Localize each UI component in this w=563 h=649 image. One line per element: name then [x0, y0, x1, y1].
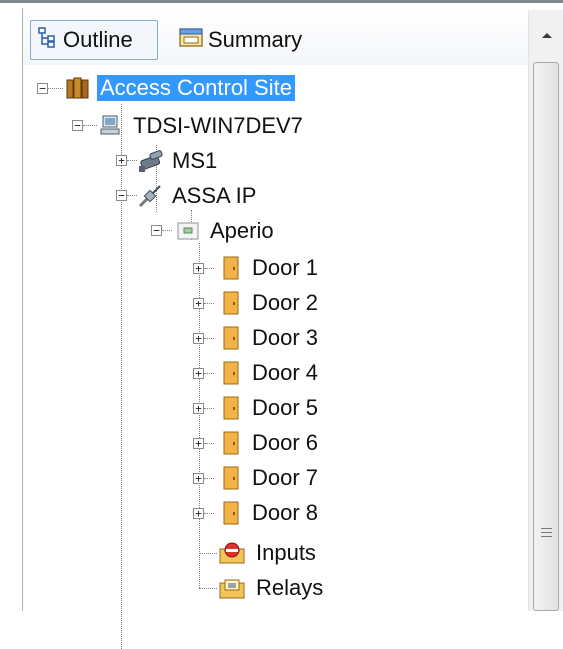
expander-door[interactable]: + [193, 403, 204, 414]
door-icon [217, 325, 243, 351]
tree-node-door-label: Door 2 [252, 290, 319, 315]
network-icon [137, 148, 163, 174]
expander-aperio[interactable]: − [151, 225, 162, 236]
tree-node-ms1[interactable]: MS1 [137, 144, 220, 178]
expander-door[interactable]: + [193, 473, 204, 484]
tree-node-root[interactable]: Access Control Site [65, 71, 295, 105]
books-icon [65, 75, 91, 101]
expander-door[interactable]: + [193, 508, 204, 519]
tree-node-door[interactable]: Door 3 [217, 321, 321, 355]
expander-assa[interactable]: − [116, 190, 127, 201]
expander-root[interactable]: − [37, 83, 48, 94]
vertical-scrollbar[interactable] [528, 10, 563, 611]
cable-icon [137, 183, 163, 209]
chevron-up-icon [541, 33, 552, 38]
tab-outline-label: Outline [63, 27, 133, 52]
tree-connector [204, 478, 214, 479]
tree-connector [204, 408, 214, 409]
tree-node-root-label: Access Control Site [97, 75, 295, 101]
tree-node-assa-label: ASSA IP [172, 183, 257, 208]
tree-node-pc[interactable]: TDSI-WIN7DEV7 [98, 109, 306, 143]
tree-connector [204, 443, 214, 444]
tree-node-door-label: Door 4 [252, 360, 319, 385]
tree-connector [121, 104, 122, 649]
tree-node-assa[interactable]: ASSA IP [137, 179, 259, 213]
door-icon [217, 395, 243, 421]
tree-node-door-label: Door 1 [252, 255, 319, 280]
inputs-folder-icon [217, 540, 247, 566]
tree-node-door[interactable]: Door 4 [217, 356, 321, 390]
tree-node-door-label: Door 3 [252, 325, 319, 350]
door-icon [217, 360, 243, 386]
tab-summary[interactable]: Summary [172, 20, 322, 60]
panel-icon [175, 218, 201, 244]
relays-folder-icon [217, 575, 247, 601]
tree-connector [127, 160, 137, 161]
door-icon [217, 430, 243, 456]
tree-node-ms1-label: MS1 [172, 148, 218, 173]
tree-connector [199, 553, 217, 554]
tree-node-inputs[interactable]: Inputs [217, 536, 319, 570]
expander-door[interactable]: + [193, 263, 204, 274]
tree-node-door-label: Door 7 [252, 465, 319, 490]
tree-connector [204, 373, 214, 374]
door-icon [217, 465, 243, 491]
tree-node-aperio[interactable]: Aperio [175, 214, 277, 248]
tree-connector [127, 195, 137, 196]
expander-door[interactable]: + [193, 333, 204, 344]
tree-node-door[interactable]: Door 1 [217, 251, 321, 285]
tree-node-relays[interactable]: Relays [217, 571, 326, 605]
tree-node-door-label: Door 5 [252, 395, 319, 420]
tree-outline-icon [37, 26, 63, 54]
tree-connector [48, 88, 63, 89]
expander-door[interactable]: + [193, 298, 204, 309]
tree-connector [204, 338, 214, 339]
tree-connector [204, 513, 214, 514]
tree-node-door[interactable]: Door 6 [217, 426, 321, 460]
computer-icon [98, 113, 124, 139]
tree-connector [162, 230, 172, 231]
scroll-up-button[interactable] [529, 20, 563, 50]
door-icon [217, 255, 243, 281]
tree-node-door[interactable]: Door 5 [217, 391, 321, 425]
tree-node-door[interactable]: Door 7 [217, 461, 321, 495]
expander-ms1[interactable]: + [116, 155, 127, 166]
tab-summary-label: Summary [208, 27, 303, 52]
tree-connector [199, 588, 217, 589]
window-border [0, 0, 563, 3]
scroll-thumb[interactable] [533, 62, 559, 611]
tree-node-door-label: Door 8 [252, 500, 319, 525]
tree-node-door-label: Door 6 [252, 430, 319, 455]
door-icon [217, 500, 243, 526]
tree-connector [83, 125, 97, 126]
tree-node-pc-label: TDSI-WIN7DEV7 [133, 113, 303, 138]
tab-outline[interactable]: Outline [30, 20, 158, 60]
tree-connector [204, 268, 214, 269]
tree-node-door[interactable]: Door 2 [217, 286, 321, 320]
outline-tree: − Access Control Site − TDSI-WIN7DEV7 + … [23, 65, 528, 649]
outline-panel: Outline Summary − Access Control Site − … [0, 0, 563, 649]
tree-node-inputs-label: Inputs [256, 540, 316, 565]
expander-door[interactable]: + [193, 368, 204, 379]
tree-node-door[interactable]: Door 8 [217, 496, 321, 530]
expander-pc[interactable]: − [72, 120, 83, 131]
door-icon [217, 290, 243, 316]
summary-icon [178, 25, 208, 55]
tree-connector [199, 243, 200, 588]
grip-icon [541, 528, 552, 540]
tree-node-aperio-label: Aperio [210, 218, 274, 243]
tree-connector [204, 303, 214, 304]
expander-door[interactable]: + [193, 438, 204, 449]
tree-node-relays-label: Relays [256, 575, 324, 600]
